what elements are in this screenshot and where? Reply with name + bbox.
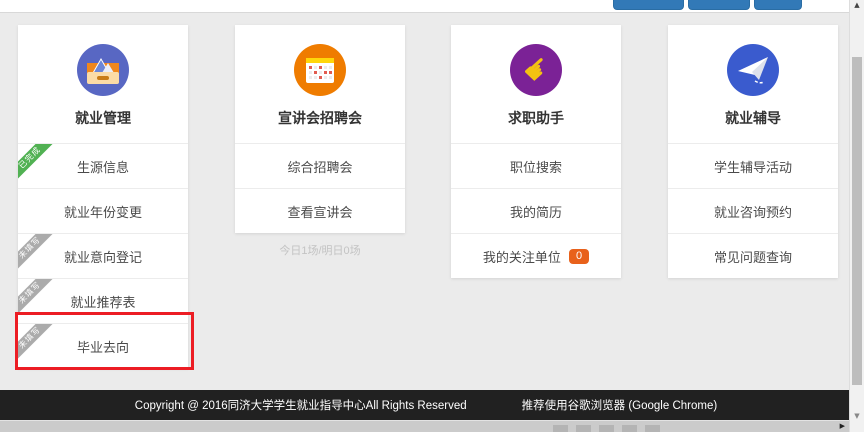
card-title: 宣讲会招聘会 — [278, 108, 362, 128]
item-graduation-destination[interactable]: 未填写 毕业去向 — [18, 323, 188, 368]
cutoff-content-mark — [645, 425, 660, 432]
top-bar — [0, 0, 852, 13]
item-employment-recommendation-form[interactable]: 未填写 就业推荐表 — [18, 278, 188, 323]
card-title: 就业辅导 — [725, 108, 781, 128]
toolbox-icon — [77, 44, 129, 96]
cutoff-content-mark — [599, 425, 614, 432]
copyright-text: Copyright @ 2016同济大学学生就业指导中心All Rights R… — [135, 397, 467, 413]
paper-plane-icon — [727, 44, 779, 96]
top-button-3[interactable] — [754, 0, 802, 10]
hscroll-right-arrow-icon[interactable]: ▶ — [840, 422, 845, 430]
scrollbar-thumb[interactable] — [852, 57, 862, 385]
item-label: 就业推荐表 — [70, 292, 135, 311]
item-label: 就业年份变更 — [64, 202, 142, 221]
scroll-up-arrow-icon[interactable]: ▲ — [850, 1, 864, 9]
followed-count-badge: 0 — [569, 249, 589, 264]
card-employment-coaching: 就业辅导 学生辅导活动 就业咨询预约 常见问题查询 — [668, 25, 838, 278]
item-comprehensive-job-fair[interactable]: 综合招聘会 — [235, 143, 405, 188]
footer-bar: Copyright @ 2016同济大学学生就业指导中心All Rights R… — [0, 390, 852, 420]
card-header: 宣讲会招聘会 — [235, 25, 405, 143]
card-header: 就业辅导 — [668, 25, 838, 143]
status-ribbon-unfilled: 未填写 — [18, 323, 55, 363]
card-header: ☛ 求职助手 — [451, 25, 621, 143]
item-job-search[interactable]: 职位搜索 — [451, 143, 621, 188]
item-my-followed-companies[interactable]: 我的关注单位 0 — [451, 233, 621, 278]
cutoff-content-mark — [553, 425, 568, 432]
browser-recommendation-text: 推荐使用谷歌浏览器 (Google Chrome) — [522, 397, 718, 413]
sessions-count-note: 今日1场/明日0场 — [235, 242, 405, 258]
status-ribbon-unfilled: 未填写 — [18, 278, 55, 318]
card-title: 就业管理 — [75, 108, 131, 128]
item-label: 职位搜索 — [510, 157, 562, 176]
cutoff-content-mark — [622, 425, 637, 432]
bottom-strip: ▶ — [0, 420, 849, 432]
card-header: 就业管理 — [18, 25, 188, 143]
item-my-resume[interactable]: 我的简历 — [451, 188, 621, 233]
card-info-sessions-job-fairs: 宣讲会招聘会 综合招聘会 查看宣讲会 — [235, 25, 405, 233]
top-button-2[interactable] — [688, 0, 750, 10]
item-label: 综合招聘会 — [287, 157, 352, 176]
scroll-down-arrow-icon[interactable]: ▼ — [850, 412, 864, 420]
card-employment-management: 就业管理 已完成 生源信息 就业年份变更 未填写 就业意向登记 未填写 就业推荐… — [18, 25, 188, 368]
cutoff-content-mark — [576, 425, 591, 432]
card-title: 求职助手 — [508, 108, 564, 128]
item-faq-search[interactable]: 常见问题查询 — [668, 233, 838, 278]
item-label: 常见问题查询 — [714, 247, 792, 266]
item-label: 学生辅导活动 — [714, 157, 792, 176]
item-view-info-sessions[interactable]: 查看宣讲会 — [235, 188, 405, 233]
top-button-1[interactable] — [613, 0, 684, 10]
item-label: 生源信息 — [77, 157, 129, 176]
item-label: 我的关注单位 — [483, 247, 561, 266]
item-employment-intention-registration[interactable]: 未填写 就业意向登记 — [18, 233, 188, 278]
item-employment-year-change[interactable]: 就业年份变更 — [18, 188, 188, 233]
item-label: 就业意向登记 — [64, 247, 142, 266]
item-label: 毕业去向 — [77, 337, 129, 356]
vertical-scrollbar[interactable]: ▲ ▼ — [849, 0, 864, 432]
card-job-hunting-assistant: ☛ 求职助手 职位搜索 我的简历 我的关注单位 0 — [451, 25, 621, 278]
status-ribbon-completed: 已完成 — [18, 143, 55, 183]
status-ribbon-unfilled: 未填写 — [18, 233, 55, 273]
item-label: 我的简历 — [510, 202, 562, 221]
pointing-hand-icon: ☛ — [510, 44, 562, 96]
item-label: 查看宣讲会 — [287, 202, 352, 221]
item-student-source-info[interactable]: 已完成 生源信息 — [18, 143, 188, 188]
calendar-icon — [294, 44, 346, 96]
item-employment-consultation-appointment[interactable]: 就业咨询预约 — [668, 188, 838, 233]
item-student-coaching-activities[interactable]: 学生辅导活动 — [668, 143, 838, 188]
item-label: 就业咨询预约 — [714, 202, 792, 221]
